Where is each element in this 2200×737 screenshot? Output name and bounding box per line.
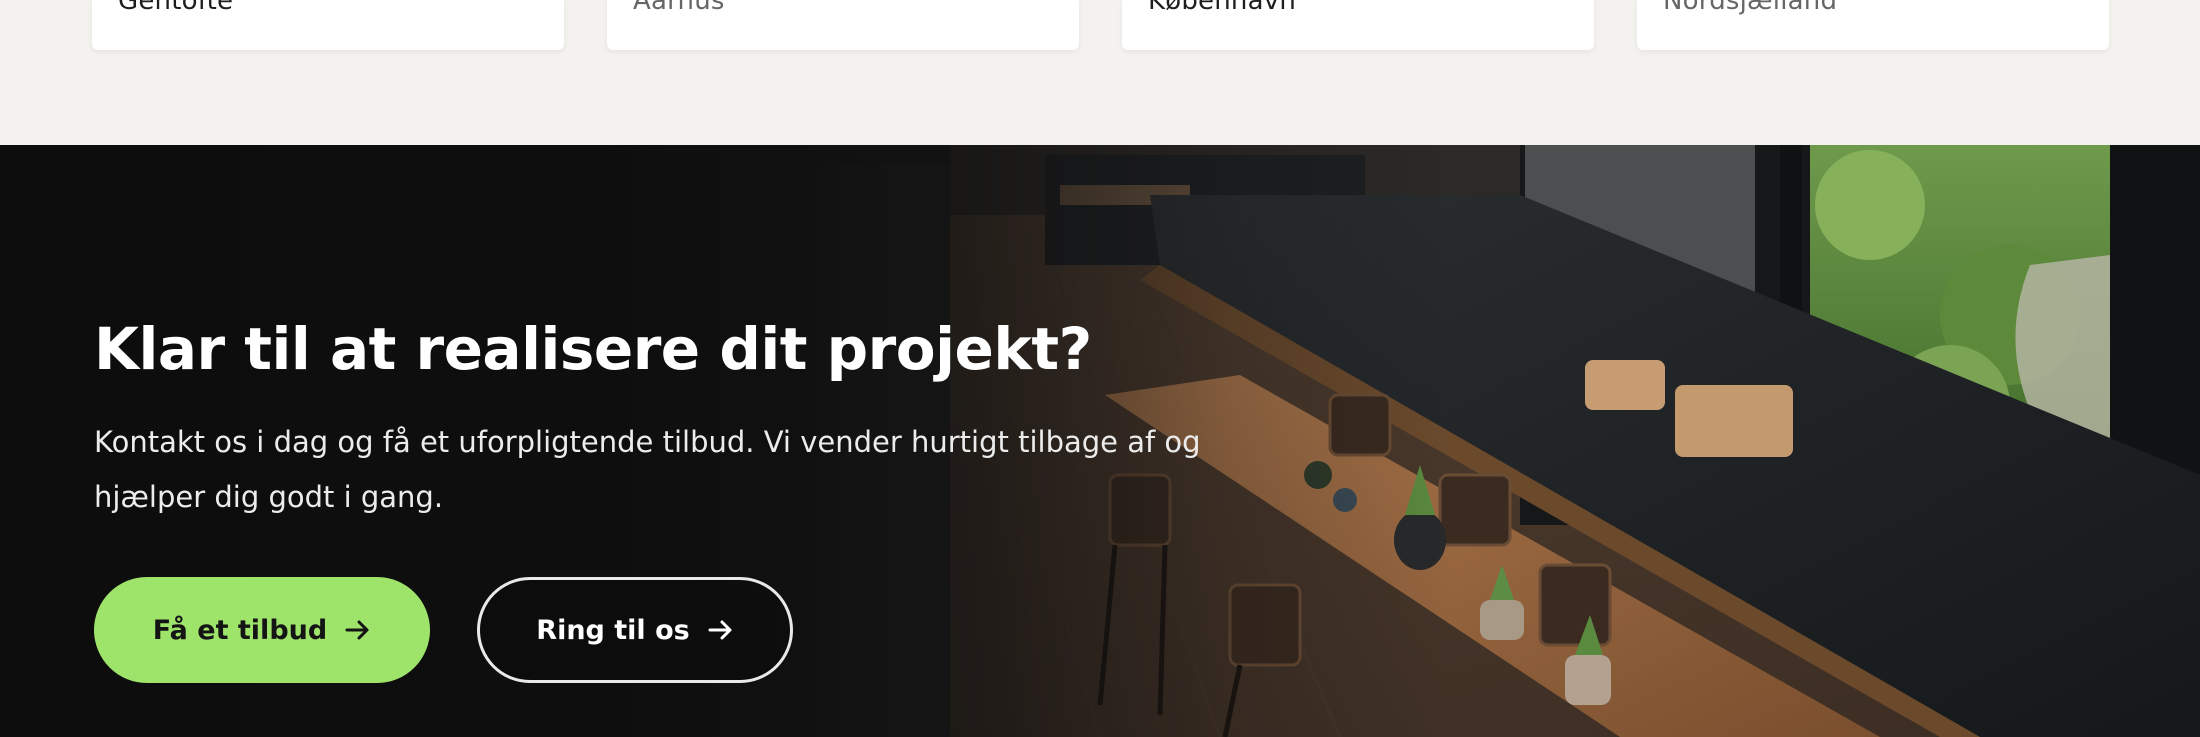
call-us-label: Ring til os <box>536 614 690 646</box>
location-card-aarhus[interactable]: Aarhus <box>607 0 1079 50</box>
location-card-nordsjaelland[interactable]: Nordsjælland <box>1637 0 2109 50</box>
location-card-label: Gentofte <box>118 0 234 16</box>
location-card-kobenhavn[interactable]: København <box>1122 0 1594 50</box>
call-us-button[interactable]: Ring til os <box>477 577 793 683</box>
location-card-gentofte[interactable]: Gentofte <box>92 0 564 50</box>
location-card-label: Nordsjælland <box>1663 0 1838 16</box>
cta-hero: Klar til at realisere dit projekt? Konta… <box>0 145 2200 737</box>
get-quote-button[interactable]: Få et tilbud <box>94 577 430 683</box>
location-card-label: København <box>1148 0 1297 16</box>
cta-lead-text: Kontakt os i dag og få et uforpligtende … <box>94 425 1201 514</box>
get-quote-label: Få et tilbud <box>152 614 328 646</box>
location-card-label: Aarhus <box>633 0 725 16</box>
arrow-right-icon <box>708 620 732 640</box>
cta-headline: Klar til at realisere dit projekt? <box>94 315 1092 383</box>
arrow-right-icon <box>345 620 369 640</box>
location-cards-strip: Gentofte Aarhus København Nordsjælland <box>0 0 2200 142</box>
